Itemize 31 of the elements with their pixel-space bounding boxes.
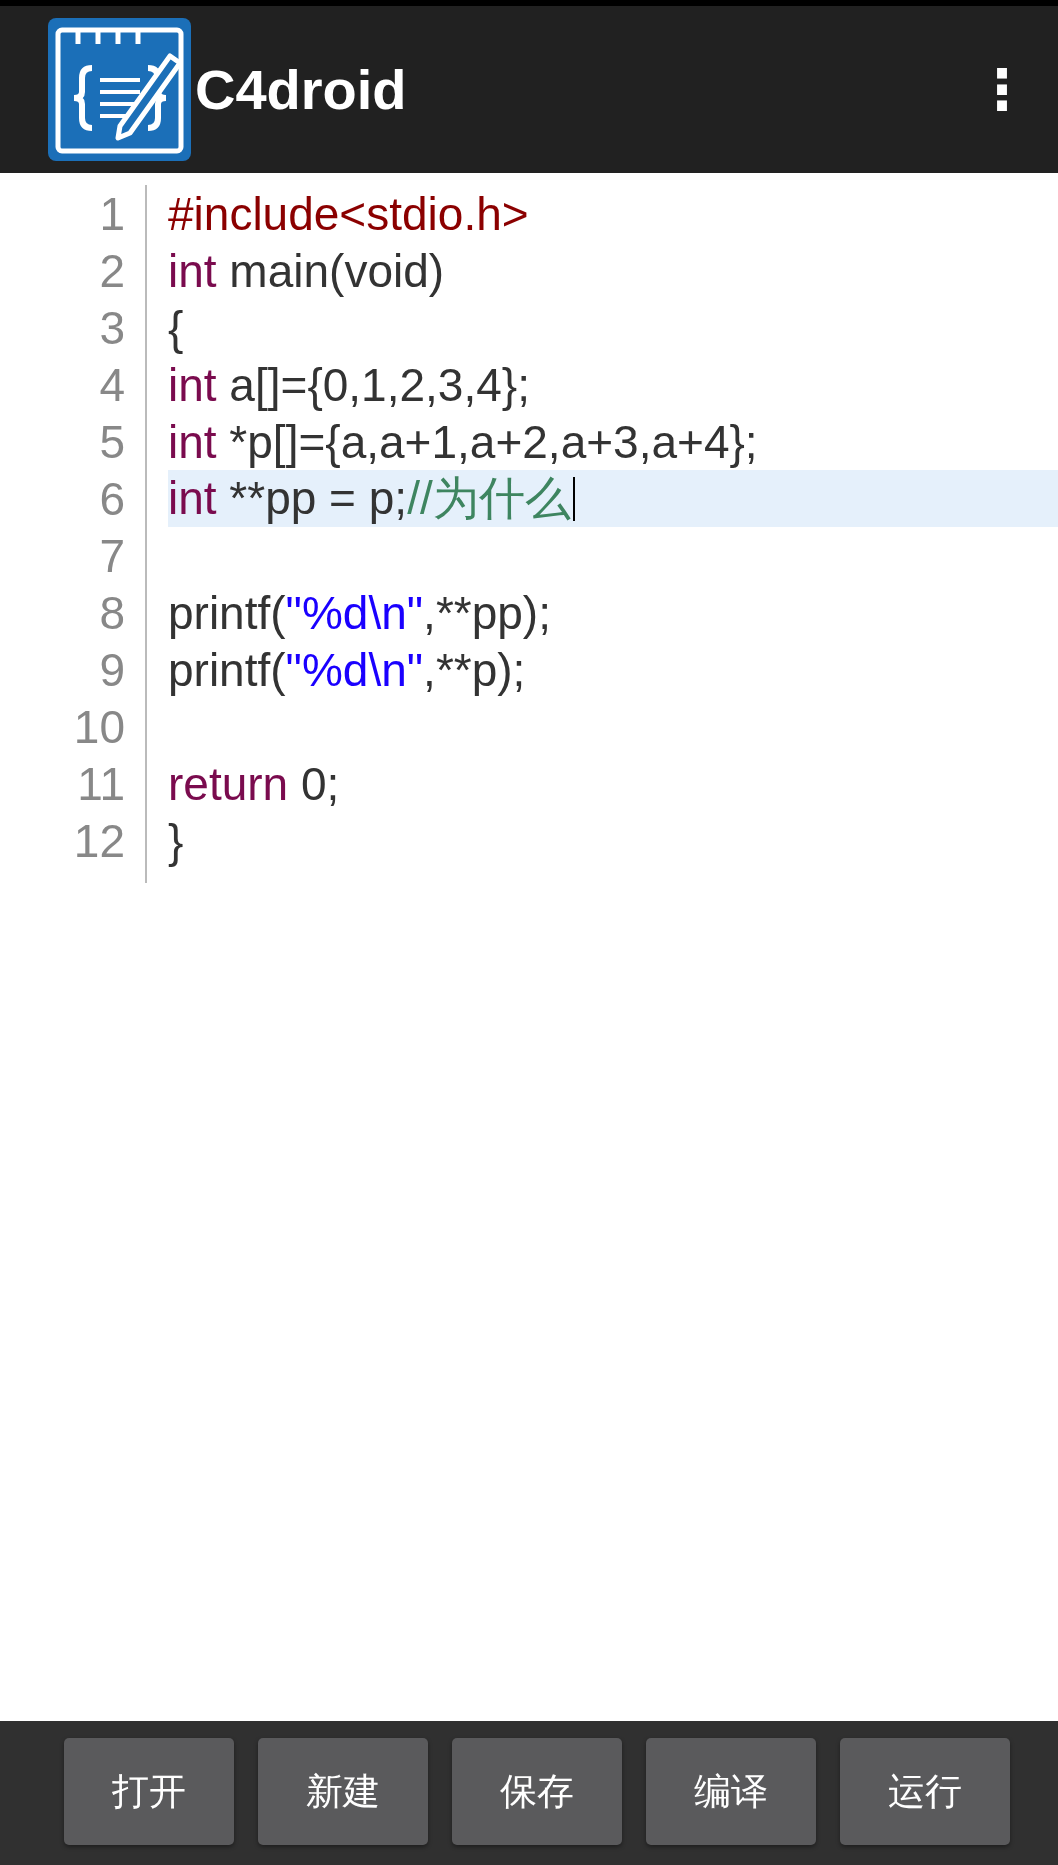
toolbar-button[interactable]: 编译 xyxy=(646,1738,816,1845)
line-number: 3 xyxy=(98,300,125,355)
toolbar-button[interactable]: 运行 xyxy=(840,1738,1010,1845)
line-number: 9 xyxy=(98,642,125,697)
line-number: 8 xyxy=(98,585,125,640)
code-line: { xyxy=(168,300,184,355)
line-number: 2 xyxy=(98,243,125,298)
code-line: int main(void) xyxy=(168,243,445,298)
code-line: int *p[]={a,a+1,a+2,a+3,a+4}; xyxy=(168,414,758,469)
line-number: 11 xyxy=(76,756,125,811)
toolbar-button[interactable]: 新建 xyxy=(258,1738,428,1845)
text-cursor xyxy=(572,476,575,521)
code-line: return 0; xyxy=(168,756,340,811)
code-line: int a[]={0,1,2,3,4}; xyxy=(168,357,530,412)
toolbar-button[interactable]: 保存 xyxy=(452,1738,622,1845)
line-number: 6 xyxy=(98,471,125,526)
line-number: 12 xyxy=(72,813,125,868)
code-line: int **pp = p;//为什么 xyxy=(168,470,571,526)
code-line: } xyxy=(168,813,184,868)
line-number: 7 xyxy=(98,528,125,583)
app-title: C4droid xyxy=(195,57,408,122)
overflow-menu-button[interactable]: ⋮ xyxy=(966,61,1038,118)
code-line: #include<stdio.h> xyxy=(168,186,529,241)
toolbar-button[interactable]: 打开 xyxy=(64,1738,234,1845)
app-logo-icon xyxy=(48,18,191,161)
line-number: 1 xyxy=(98,186,125,241)
code-line: printf("%d\n",**p); xyxy=(168,642,526,697)
line-number: 10 xyxy=(72,699,125,754)
code-line: printf("%d\n",**pp); xyxy=(168,585,551,640)
line-number: 4 xyxy=(98,357,125,412)
line-number: 5 xyxy=(98,414,125,469)
